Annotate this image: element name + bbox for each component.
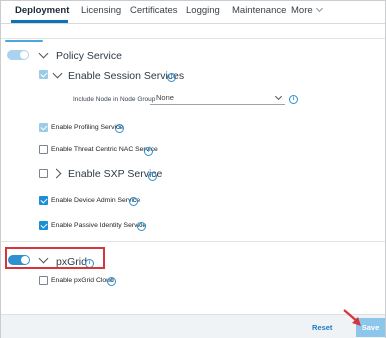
device-admin-checkbox[interactable]	[39, 196, 48, 205]
passive-identity-checkbox[interactable]	[39, 221, 48, 230]
session-services-checkbox[interactable]	[39, 70, 48, 79]
info-icon[interactable]: i	[115, 124, 124, 133]
node-group-label: Include Node in Node Group	[73, 96, 156, 103]
chevron-down-icon[interactable]	[38, 48, 49, 59]
tab-logging[interactable]: Logging	[186, 5, 220, 16]
info-icon[interactable]: i	[129, 197, 138, 206]
tab-certificates[interactable]: Certificates	[130, 5, 178, 16]
tab-deployment[interactable]: Deployment	[15, 5, 69, 16]
deployment-settings-window: Deployment Licensing Certificates Loggin…	[0, 0, 386, 338]
tab-bar: Deployment Licensing Certificates Loggin…	[1, 1, 385, 24]
threat-centric-nac-label: Enable Threat Centric NAC Service	[51, 146, 158, 153]
passive-identity-label: Enable Passive Identity Service	[51, 222, 147, 229]
reset-button[interactable]: Reset	[312, 323, 332, 332]
tab-licensing[interactable]: Licensing	[81, 5, 121, 16]
info-icon[interactable]: i	[137, 222, 146, 231]
scrolled-content-edge	[5, 40, 43, 42]
info-icon[interactable]: i	[289, 95, 298, 104]
chevron-down-icon	[274, 92, 283, 101]
chevron-right-icon[interactable]	[51, 168, 62, 179]
chevron-down-icon	[315, 4, 323, 13]
divider	[1, 38, 385, 39]
policy-service-label: Policy Service	[56, 50, 122, 62]
tab-more[interactable]: More	[291, 4, 323, 16]
sxp-service-checkbox[interactable]	[39, 169, 48, 178]
chevron-down-icon[interactable]	[52, 68, 63, 79]
pxgrid-highlight-box	[5, 247, 105, 269]
active-tab-indicator	[11, 20, 68, 23]
threat-centric-nac-checkbox[interactable]	[39, 145, 48, 154]
settings-content: Policy Service Enable Session Services i…	[1, 24, 385, 314]
info-icon[interactable]: i	[107, 277, 116, 286]
tab-maintenance[interactable]: Maintenance	[232, 5, 286, 16]
toggle-knob	[20, 51, 28, 59]
profiling-checkbox[interactable]	[39, 123, 48, 132]
divider	[1, 241, 385, 242]
info-icon[interactable]: i	[144, 147, 153, 156]
info-icon[interactable]: i	[167, 73, 176, 82]
tab-more-label: More	[291, 5, 313, 16]
pxgrid-cloud-label: Enable pxGrid Cloud	[51, 277, 114, 284]
annotation-arrow-icon	[343, 309, 361, 326]
info-icon[interactable]: i	[148, 172, 157, 181]
policy-service-toggle[interactable]	[7, 50, 29, 60]
node-group-value: None	[156, 93, 174, 102]
pxgrid-cloud-checkbox[interactable]	[39, 276, 48, 285]
device-admin-label: Enable Device Admin Service	[51, 197, 141, 204]
node-group-select[interactable]: None	[150, 92, 285, 105]
profiling-label: Enable Profiling Service	[51, 124, 124, 131]
